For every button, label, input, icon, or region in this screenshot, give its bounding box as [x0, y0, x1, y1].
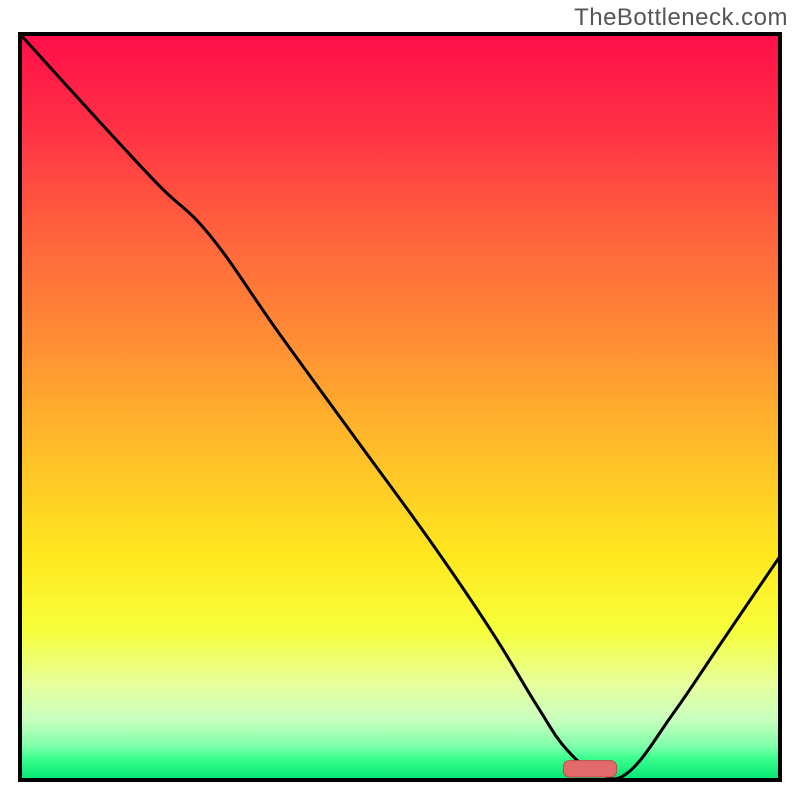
watermark-label: TheBottleneck.com [574, 4, 788, 32]
bottleneck-chart [0, 0, 800, 800]
optimal-marker [563, 761, 616, 777]
gradient-background [20, 34, 780, 780]
chart-container: TheBottleneck.com [0, 0, 800, 800]
